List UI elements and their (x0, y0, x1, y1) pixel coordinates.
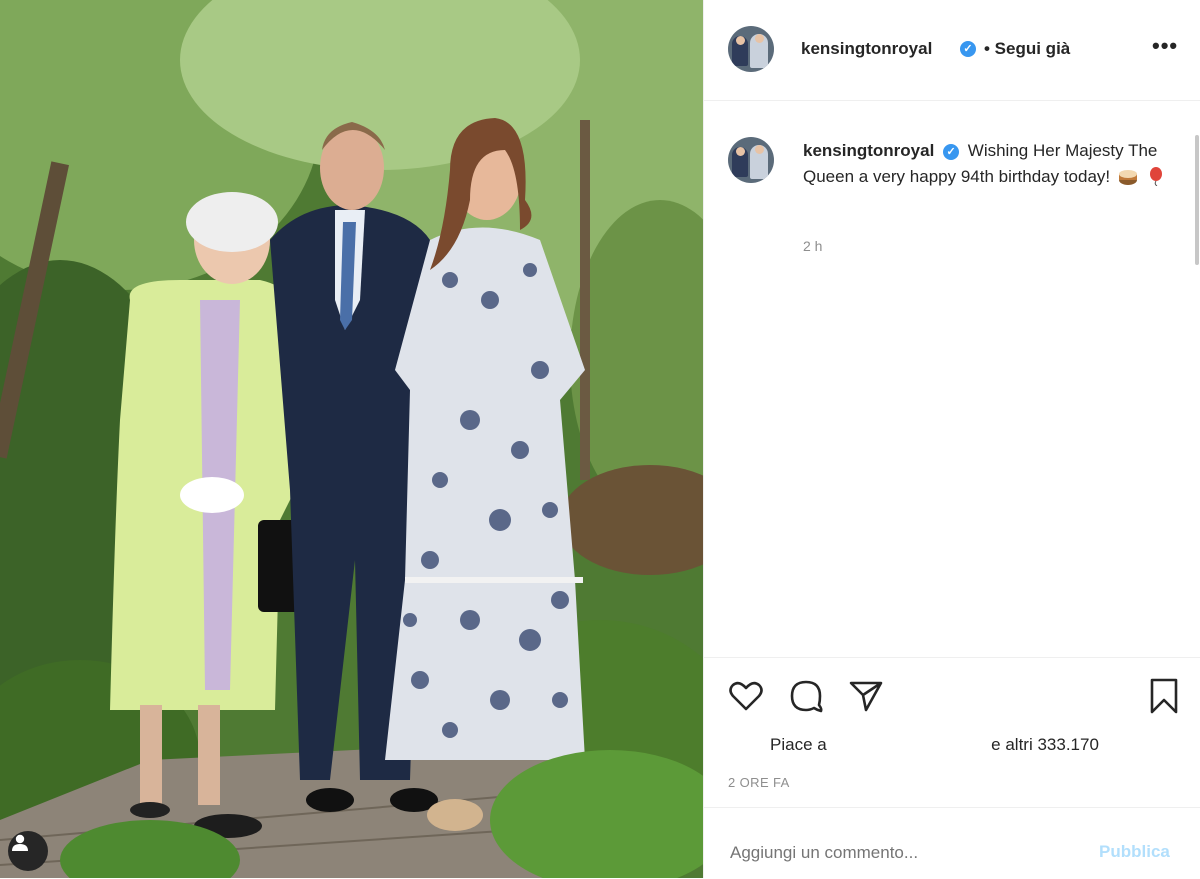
tagged-user-icon[interactable] (8, 831, 48, 871)
caption-time: 2 h (803, 238, 823, 254)
person-icon (12, 834, 28, 851)
likes-suffix: e altri 333.170 (991, 735, 1099, 754)
post-actions: Piace a e altri 333.170 2 ORE FA (704, 657, 1200, 808)
likes-prefix: Piace a (770, 735, 827, 754)
post-header: kensingtonroyal ✓ • Segui già ••• (704, 0, 1200, 101)
verified-badge-icon: ✓ (943, 144, 960, 160)
redacted-names (831, 738, 987, 753)
comment-input[interactable] (728, 842, 1062, 864)
caption-username[interactable]: kensingtonroyal (803, 141, 934, 160)
header-username[interactable]: kensingtonroyal (801, 39, 932, 59)
photo-illustration (0, 0, 703, 878)
publish-button[interactable]: Pubblica (1099, 842, 1170, 862)
share-icon[interactable] (846, 676, 886, 716)
birthday-cake-emoji (1118, 170, 1137, 185)
comment-icon[interactable] (786, 676, 826, 716)
post-photo[interactable] (0, 0, 703, 878)
comments-scrollbar[interactable] (1195, 135, 1199, 265)
follow-status-button[interactable]: • Segui già (984, 39, 1070, 59)
caption: kensingtonroyal ✓ Wishing Her Majesty Th… (803, 138, 1173, 190)
post-date[interactable]: 2 ORE FA (728, 775, 790, 790)
verified-badge-icon: ✓ (960, 41, 976, 57)
more-options-icon[interactable]: ••• (1152, 33, 1178, 59)
heart-icon[interactable] (726, 676, 766, 716)
balloon-emoji (1149, 167, 1162, 186)
likes-count[interactable]: Piace a e altri 333.170 (770, 735, 1099, 755)
post-sidebar: kensingtonroyal ✓ • Segui già ••• kensin… (703, 0, 1200, 878)
profile-avatar[interactable] (728, 26, 774, 72)
bookmark-icon[interactable] (1144, 676, 1184, 716)
comment-bar: Pubblica (704, 807, 1200, 879)
caption-avatar[interactable] (728, 137, 774, 183)
